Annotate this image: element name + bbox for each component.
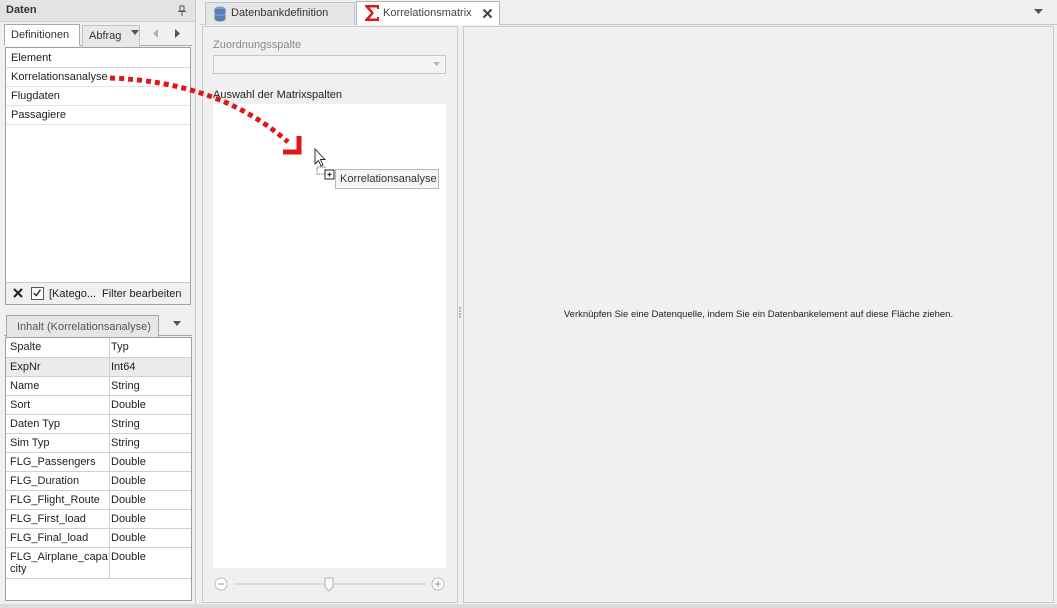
table-row[interactable]: Sort Double [6, 396, 191, 415]
cell-typ: Double [111, 494, 146, 506]
cell-spalte: FLG_Passengers [6, 453, 110, 471]
cell-spalte: FLG_First_load [6, 510, 110, 528]
chevron-right-icon[interactable] [174, 29, 181, 38]
filter-enabled-checkbox[interactable] [31, 287, 44, 300]
zoom-slider-thumb[interactable] [324, 577, 334, 592]
columns-grid-header: Spalte Typ [6, 338, 191, 358]
typ-column-header[interactable]: Typ [111, 341, 129, 353]
tab-abfrag-label: Abfrag [89, 30, 122, 42]
pin-icon[interactable] [177, 5, 187, 17]
table-row[interactable]: Sim Typ String [6, 434, 191, 453]
clear-filter-icon[interactable] [13, 288, 23, 298]
table-row[interactable]: FLG_Passengers Double [6, 453, 191, 472]
cell-spalte: Daten Typ [6, 415, 110, 433]
database-icon [214, 6, 226, 22]
window-bottom-edge [0, 604, 1057, 608]
zoom-out-icon[interactable] [214, 577, 228, 591]
cell-spalte: FLG_Airplane_capa city [6, 548, 110, 578]
table-row[interactable]: Name String [6, 377, 191, 396]
tab-abfrag[interactable]: Abfrag [82, 25, 140, 47]
filter-bar: [Katego... Filter bearbeiten [6, 282, 190, 304]
table-row[interactable]: FLG_Duration Double [6, 472, 191, 491]
drag-cursor-icon [314, 148, 335, 180]
cell-spalte: Sim Typ [6, 434, 110, 452]
edit-filter-link[interactable]: Filter bearbeiten [102, 288, 182, 300]
table-row[interactable]: FLG_Flight_Route Double [6, 491, 191, 510]
cell-typ: Int64 [111, 361, 136, 373]
cell-typ: Double [111, 456, 146, 468]
list-item-label: Flugdaten [11, 90, 60, 102]
close-icon[interactable] [482, 8, 493, 19]
element-column-header[interactable]: Element [11, 52, 51, 64]
cell-spalte: Name [6, 377, 110, 395]
list-item-label: Korrelationsanalyse [11, 71, 108, 83]
cell-spalte: Sort [6, 396, 110, 414]
checkmark-icon [33, 289, 42, 297]
filter-category-text[interactable]: [Katego... [49, 288, 96, 300]
cell-typ: Double [111, 513, 146, 525]
chevron-left-icon[interactable] [152, 29, 159, 38]
chevron-down-icon[interactable] [173, 321, 181, 327]
drop-area-hint: Verknüpfen Sie eine Datenquelle, indem S… [563, 309, 954, 320]
list-item-label: Passagiere [11, 109, 67, 121]
panel-title: Daten [6, 4, 37, 16]
table-row[interactable]: Daten Typ String [6, 415, 191, 434]
chevron-down-icon [433, 62, 440, 66]
drag-tooltip: Korrelationsanalyse [335, 169, 439, 189]
cell-spalte: FLG_Final_load [6, 529, 110, 547]
cell-spalte: FLG_Duration [6, 472, 110, 490]
zoom-in-icon[interactable] [431, 577, 445, 591]
zuordnungsspalte-label: Zuordnungsspalte [213, 39, 302, 51]
table-row[interactable]: ExpNr Int64 [6, 358, 191, 377]
splitter-handle[interactable] [458, 306, 462, 320]
sigma-icon [365, 5, 379, 21]
element-list-header: Element [6, 48, 190, 68]
cell-spalte: FLG_Flight_Route [6, 491, 110, 509]
tab-datenbankdefinition-label: Datenbankdefinition [231, 7, 329, 19]
columns-grid: Spalte Typ ExpNr Int64 Name String Sort … [5, 337, 192, 601]
cell-typ: String [111, 380, 140, 392]
tab-definitionen[interactable]: Definitionen [4, 24, 80, 46]
table-row[interactable]: FLG_First_load Double [6, 510, 191, 529]
tab-korrelationsmatrix-label: Korrelationsmatrix [383, 7, 472, 19]
cell-typ: String [111, 418, 140, 430]
table-row[interactable]: FLG_Airplane_capa city Double [6, 548, 191, 579]
drag-direction-arrow-icon [109, 75, 302, 155]
tab-inhalt[interactable]: Inhalt (Korrelationsanalyse) [6, 315, 159, 337]
chevron-down-icon[interactable] [131, 30, 139, 36]
spalte-column-header[interactable]: Spalte [6, 338, 110, 357]
cell-typ: Double [111, 475, 146, 487]
cell-typ: Double [111, 551, 146, 563]
table-row[interactable]: FLG_Final_load Double [6, 529, 191, 548]
chevron-down-icon[interactable] [1034, 9, 1043, 15]
cell-typ: Double [111, 399, 146, 411]
cell-spalte: ExpNr [6, 358, 110, 376]
cell-typ: Double [111, 532, 146, 544]
cell-typ: String [111, 437, 140, 449]
